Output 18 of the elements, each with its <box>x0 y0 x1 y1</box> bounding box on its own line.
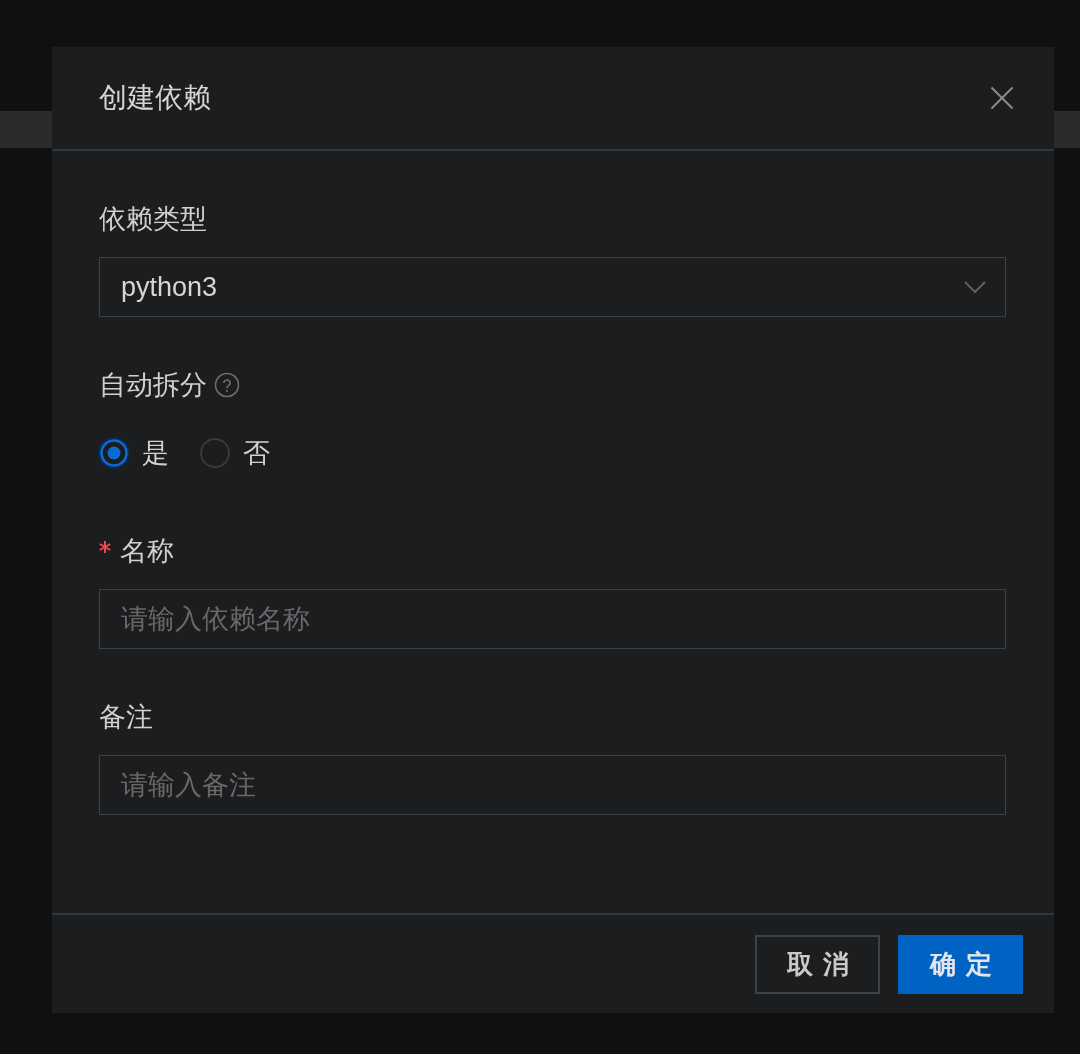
header-band <box>0 111 52 148</box>
close-button[interactable] <box>990 86 1014 110</box>
close-icon <box>990 86 1014 110</box>
confirm-button[interactable]: 确定 <box>898 935 1023 994</box>
cancel-button[interactable]: 取消 <box>755 935 880 994</box>
header-band <box>1054 111 1080 148</box>
dialog-title: 创建依赖 <box>99 81 211 115</box>
field-label: 名称 <box>120 535 174 567</box>
radio-option[interactable]: 否 <box>199 432 270 474</box>
chevron-down-icon <box>964 280 986 294</box>
field-label: 备注 <box>99 701 153 733</box>
input-field[interactable]: 请输入备注 <box>99 755 1006 815</box>
type-select[interactable]: python3 <box>99 257 1006 317</box>
radio-option[interactable]: 是 <box>98 432 169 474</box>
field-label: 依赖类型 <box>99 203 207 235</box>
field-label: 自动拆分 <box>99 369 207 401</box>
help-icon[interactable] <box>214 372 240 398</box>
input-field[interactable]: 请输入依赖名称 <box>99 589 1006 649</box>
